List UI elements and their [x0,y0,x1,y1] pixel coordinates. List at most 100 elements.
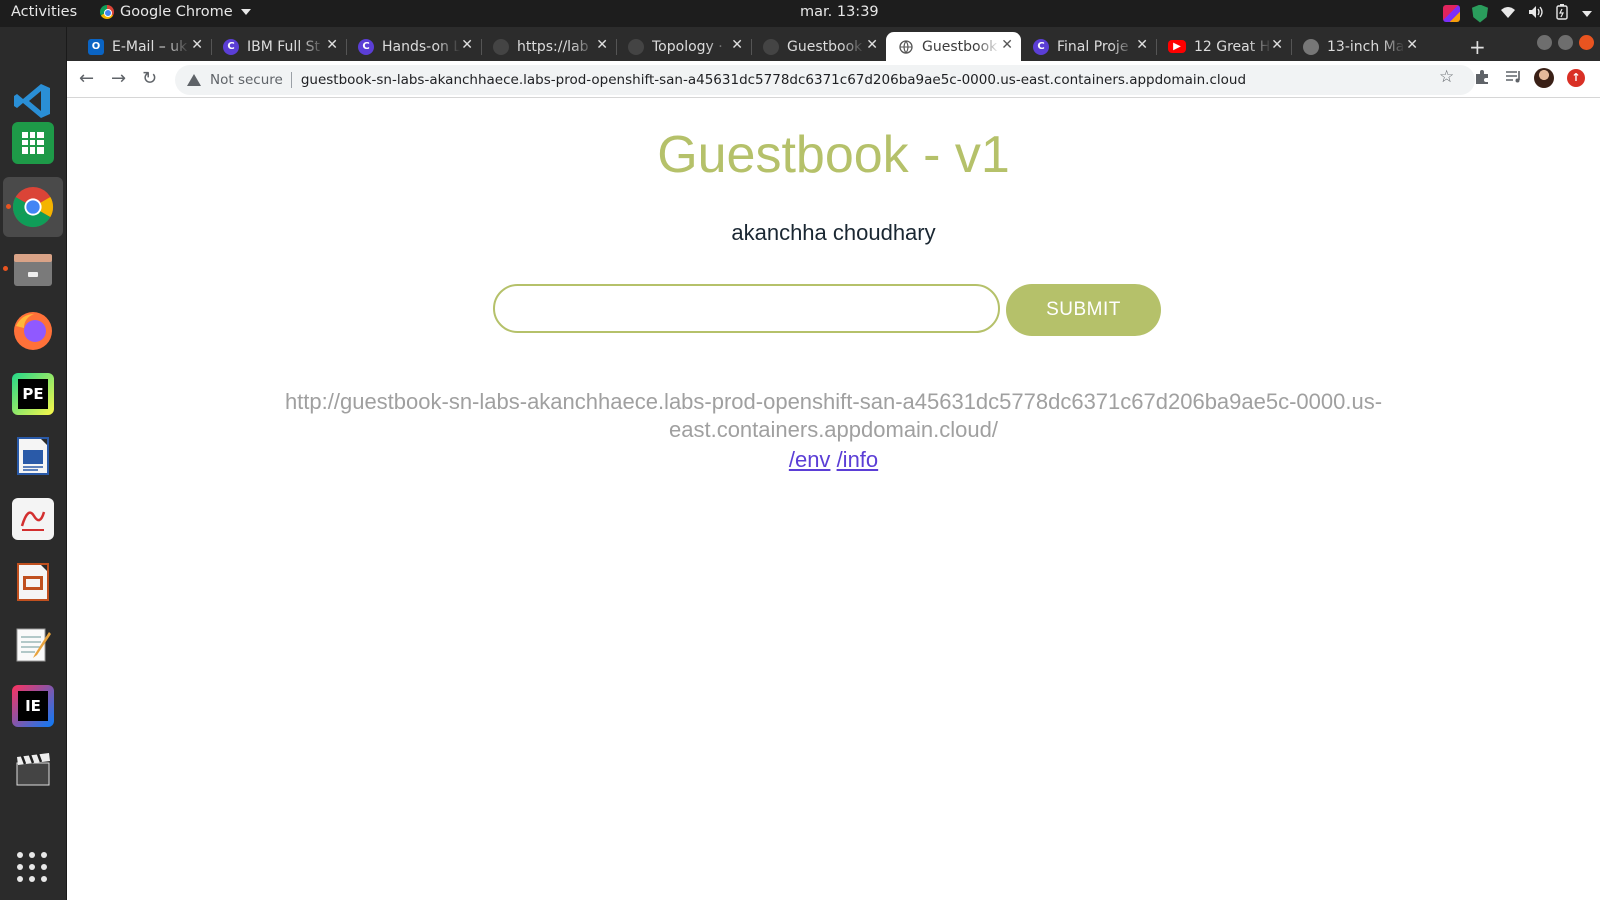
back-icon[interactable]: ← [79,68,94,89]
running-indicator [3,266,8,271]
impress-icon [12,561,54,603]
system-menu-caret-icon[interactable] [1582,10,1592,17]
apple-icon [1303,38,1319,55]
tab-youtube[interactable]: ▶ 12 Great H ✕ [1156,32,1291,61]
tab-strip: O E-Mail – uk ✕ C IBM Full St ✕ C Hands-… [67,27,1600,61]
firefox-launcher[interactable] [10,308,56,354]
close-icon[interactable]: ✕ [1406,37,1418,53]
tab-macbook[interactable]: 13-inch Ma ✕ [1291,32,1426,61]
browser-toolbar: ← → ↻ Not secure guestbook-sn-labs-akanc… [67,61,1600,98]
outlook-icon: O [88,38,104,55]
window-controls [1537,35,1594,50]
info-link[interactable]: /info [837,447,879,472]
intellij-launcher[interactable]: IE [10,683,56,729]
close-icon[interactable]: ✕ [731,37,743,53]
chrome-launcher[interactable] [3,177,63,237]
guestbook-form: SUBMIT [493,284,1161,336]
guestbook-message-input[interactable] [493,284,1000,333]
activities-button[interactable]: Activities [11,4,77,20]
chrome-icon [12,186,54,228]
tab-hands-on[interactable]: C Hands-on L ✕ [346,32,481,61]
spreadsheet-launcher[interactable] [10,120,56,166]
globe-icon [763,38,779,55]
maximize-icon[interactable] [1558,35,1573,50]
tab-title: 13-inch Ma [1327,38,1405,55]
close-window-icon[interactable] [1579,35,1594,50]
video-editor-icon [12,748,54,790]
forward-icon[interactable]: → [111,68,126,89]
running-indicator [6,204,11,209]
firefox-icon [12,310,54,352]
tab-title: Topology · [652,38,723,55]
host-address: http://guestbook-sn-labs-akanchhaece.lab… [284,389,1383,442]
clock[interactable]: mar. 13:39 [800,4,879,20]
page-title: Guestbook - v1 [657,126,1010,184]
system-tray[interactable] [1443,3,1592,24]
tab-labs-url[interactable]: https://lab ✕ [481,32,616,61]
tab-title: https://lab [517,38,589,55]
vscode-icon [12,80,54,122]
tab-title: Guestbook [922,38,998,55]
app-grid-icon[interactable] [17,852,47,882]
app-menu[interactable]: Google Chrome [100,4,251,20]
env-link[interactable]: /env [789,447,831,472]
close-icon[interactable]: ✕ [866,37,878,53]
close-icon[interactable]: ✕ [1271,37,1283,53]
profile-avatar[interactable] [1534,68,1554,88]
vscode-launcher[interactable] [10,78,56,124]
pdf-viewer-icon [12,498,54,540]
tab-topology[interactable]: Topology · ✕ [616,32,751,61]
app-menu-label: Google Chrome [120,4,233,20]
minimize-icon[interactable] [1537,35,1552,50]
tab-title: Guestbook [787,38,863,55]
coursera-icon: C [223,38,239,55]
battery-icon [1556,3,1568,24]
close-icon[interactable]: ✕ [1136,37,1148,53]
shield-icon[interactable] [1472,4,1488,23]
writer-launcher[interactable] [10,433,56,479]
guestbook-entry: akanchha choudhary [731,220,936,245]
app-indicator-icon[interactable] [1443,5,1460,22]
security-indicator[interactable]: Not secure [210,72,292,88]
url-text[interactable]: guestbook-sn-labs-akanchhaece.labs-prod-… [301,72,1246,88]
video-editor-launcher[interactable] [10,746,56,792]
coursera-icon: C [358,38,374,55]
app-dock: PE IE [0,27,67,900]
tab-guestbook-1[interactable]: Guestbook ✕ [751,32,886,61]
reload-icon[interactable]: ↻ [142,68,157,89]
close-icon[interactable]: ✕ [461,37,473,53]
text-editor-launcher[interactable] [10,621,56,667]
warning-icon [187,74,201,86]
new-tab-button[interactable]: + [1469,35,1486,59]
files-launcher[interactable] [3,246,56,292]
close-icon[interactable]: ✕ [191,37,203,53]
volume-icon [1528,5,1544,23]
pdf-viewer-launcher[interactable] [10,496,56,542]
text-editor-icon [12,623,54,665]
tab-ibm-full-stack[interactable]: C IBM Full St ✕ [211,32,346,61]
files-icon [12,248,54,290]
intellij-icon: IE [12,685,54,727]
system-top-bar: Activities Google Chrome mar. 13:39 [0,0,1600,27]
update-icon[interactable]: ↑ [1567,69,1585,87]
pycharm-launcher[interactable]: PE [10,371,56,417]
tab-guestbook-active[interactable]: Guestbook ✕ [886,32,1021,61]
coursera-icon: C [1033,38,1049,55]
bookmark-star-icon[interactable]: ☆ [1439,67,1454,87]
tab-title: IBM Full St [247,38,321,55]
close-icon[interactable]: ✕ [596,37,608,53]
close-icon[interactable]: ✕ [326,37,338,53]
submit-button[interactable]: SUBMIT [1006,284,1161,336]
extensions-icon[interactable] [1474,69,1492,87]
address-bar[interactable]: Not secure guestbook-sn-labs-akanchhaece… [175,65,1475,95]
tab-final-project[interactable]: C Final Proje ✕ [1021,32,1156,61]
impress-launcher[interactable] [10,559,56,605]
tab-title: Final Proje [1057,38,1129,55]
tab-email[interactable]: O E-Mail – uk ✕ [76,32,211,61]
caret-down-icon [240,9,251,15]
media-controls-icon[interactable] [1505,69,1523,87]
wifi-icon [1500,5,1516,23]
close-icon[interactable]: ✕ [1001,37,1013,53]
tab-title: 12 Great H [1194,38,1271,55]
info-links: /env /info [67,447,1600,473]
